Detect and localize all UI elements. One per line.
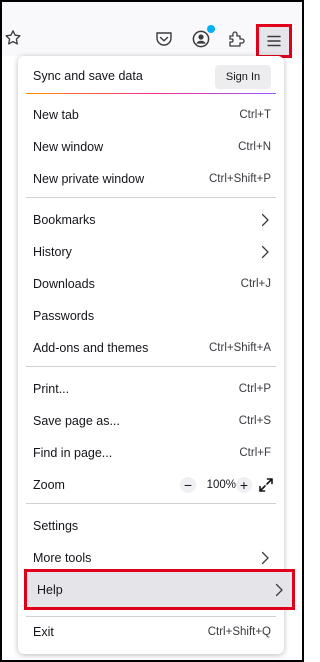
zoom-out-button[interactable]: − bbox=[180, 477, 196, 493]
menu-item-label: More tools bbox=[33, 551, 92, 565]
chevron-right-icon bbox=[260, 245, 270, 259]
pocket-icon[interactable] bbox=[154, 29, 174, 49]
sync-divider bbox=[26, 93, 276, 94]
sync-title: Sync and save data bbox=[33, 69, 143, 83]
account-notification-dot bbox=[207, 25, 215, 33]
help-highlight: Help bbox=[24, 569, 295, 610]
menu-item-shortcut: Ctrl+Shift+A bbox=[209, 342, 271, 354]
menu-item-addons-themes[interactable]: Add-ons and themes Ctrl+Shift+A bbox=[24, 333, 278, 363]
chevron-right-icon bbox=[260, 213, 270, 227]
menu-item-shortcut: Ctrl+N bbox=[238, 141, 271, 153]
menu-item-new-window[interactable]: New window Ctrl+N bbox=[24, 132, 278, 162]
menu-item-label: Find in page... bbox=[33, 446, 113, 460]
menu-item-label: Print... bbox=[33, 382, 70, 396]
menu-item-bookmarks[interactable]: Bookmarks bbox=[24, 205, 278, 235]
zoom-level[interactable]: 100% bbox=[207, 479, 236, 491]
star-icon[interactable] bbox=[4, 29, 22, 47]
sign-in-button[interactable]: Sign In bbox=[215, 65, 271, 89]
menu-item-label: Help bbox=[37, 582, 63, 597]
menu-item-label: Zoom bbox=[33, 478, 65, 492]
menu-item-label: History bbox=[33, 245, 72, 259]
menu-item-history[interactable]: History bbox=[24, 237, 278, 267]
menu-item-label: Bookmarks bbox=[33, 213, 96, 227]
menu-separator bbox=[26, 366, 276, 367]
menu-separator bbox=[26, 197, 276, 198]
menu-item-shortcut: Ctrl+Shift+P bbox=[209, 173, 271, 185]
menu-item-save-page[interactable]: Save page as... Ctrl+S bbox=[24, 406, 278, 436]
menu-separator bbox=[26, 503, 276, 504]
hamburger-menu-icon[interactable] bbox=[256, 24, 292, 58]
fullscreen-icon[interactable] bbox=[258, 477, 274, 493]
menu-item-passwords[interactable]: Passwords bbox=[24, 301, 278, 331]
menu-item-label: New window bbox=[33, 140, 104, 154]
account-icon[interactable] bbox=[190, 25, 215, 50]
menu-item-shortcut: Ctrl+T bbox=[239, 109, 271, 121]
menu-item-shortcut: Ctrl+J bbox=[240, 278, 271, 290]
menu-item-label: Downloads bbox=[33, 277, 95, 291]
app-menu-panel: Sync and save data Sign In New tab Ctrl+… bbox=[18, 56, 295, 654]
menu-item-label: Save page as... bbox=[33, 414, 120, 428]
chevron-right-icon bbox=[274, 583, 284, 597]
browser-toolbar bbox=[2, 2, 302, 58]
menu-item-zoom: Zoom − 100% + bbox=[24, 470, 278, 500]
menu-item-find-in-page[interactable]: Find in page... Ctrl+F bbox=[24, 438, 278, 468]
menu-item-shortcut: Ctrl+Shift+Q bbox=[207, 626, 271, 638]
menu-item-label: New private window bbox=[33, 172, 145, 186]
sync-section: Sync and save data Sign In bbox=[18, 56, 284, 92]
menu-item-settings[interactable]: Settings bbox=[24, 511, 278, 541]
menu-item-new-private-window[interactable]: New private window Ctrl+Shift+P bbox=[24, 164, 278, 194]
menu-item-label: New tab bbox=[33, 108, 79, 122]
menu-item-print[interactable]: Print... Ctrl+P bbox=[24, 374, 278, 404]
zoom-in-button[interactable]: + bbox=[236, 477, 252, 493]
extensions-icon[interactable] bbox=[225, 28, 247, 50]
menu-item-label: Settings bbox=[33, 519, 79, 533]
menu-item-help[interactable]: Help bbox=[27, 572, 292, 607]
menu-item-shortcut: Ctrl+S bbox=[238, 415, 271, 427]
menu-item-label: Passwords bbox=[33, 309, 95, 323]
chevron-right-icon bbox=[260, 551, 270, 565]
menu-item-downloads[interactable]: Downloads Ctrl+J bbox=[24, 269, 278, 299]
menu-item-shortcut: Ctrl+F bbox=[239, 447, 271, 459]
menu-item-new-tab[interactable]: New tab Ctrl+T bbox=[24, 100, 278, 130]
menu-item-shortcut: Ctrl+P bbox=[238, 383, 271, 395]
menu-item-label: Add-ons and themes bbox=[33, 341, 149, 355]
menu-item-label: Exit bbox=[33, 625, 54, 639]
menu-item-exit[interactable]: Exit Ctrl+Shift+Q bbox=[24, 617, 278, 647]
